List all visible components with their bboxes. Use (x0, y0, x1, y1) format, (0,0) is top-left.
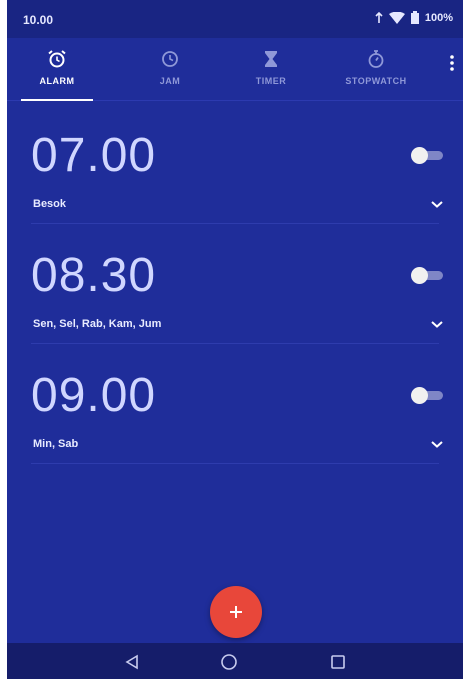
tab-alarm-label: ALARM (39, 76, 75, 86)
alarm-time[interactable]: 07.00 (31, 128, 156, 183)
toggle-thumb (411, 147, 428, 164)
tab-bar: ALARM JAM TIMER STOPWATCH (7, 38, 463, 101)
status-time: 10.00 (23, 13, 54, 27)
hourglass-icon (265, 51, 277, 67)
alarm-item[interactable]: 09.00 Min, Sab (7, 354, 463, 464)
battery-percent: 100% (424, 11, 453, 24)
divider (31, 463, 439, 464)
tab-jam-label: JAM (159, 76, 181, 86)
divider (31, 223, 439, 224)
battery-icon (410, 11, 419, 24)
home-button[interactable] (218, 651, 240, 673)
plus-icon (230, 606, 242, 618)
recents-button[interactable] (327, 651, 349, 673)
tab-timer[interactable]: TIMER (239, 38, 303, 100)
alarm-item[interactable]: 07.00 Besok (7, 114, 463, 224)
tab-alarm[interactable]: ALARM (21, 38, 93, 101)
alarm-toggle[interactable] (411, 266, 445, 284)
chevron-down-icon[interactable] (429, 436, 445, 452)
more-vert-icon (450, 55, 454, 71)
back-button[interactable] (121, 651, 143, 673)
clock-app-screen: 10.00 100% ALARM JAM TIMER STOPWATCH 07.… (7, 0, 463, 679)
clock-icon (162, 51, 178, 67)
toggle-thumb (411, 387, 428, 404)
alarm-time[interactable]: 08.30 (31, 248, 156, 303)
status-icons: 100% (375, 11, 453, 24)
wifi-icon (388, 11, 405, 24)
chevron-down-icon[interactable] (429, 196, 445, 212)
overflow-menu-button[interactable] (441, 48, 463, 78)
alarm-toggle[interactable] (411, 146, 445, 164)
chevron-down-icon[interactable] (429, 316, 445, 332)
divider (31, 343, 439, 344)
back-triangle-icon (125, 654, 138, 670)
alarm-toggle[interactable] (411, 386, 445, 404)
tab-jam[interactable]: JAM (135, 38, 205, 100)
toggle-thumb (411, 267, 428, 284)
alarm-item[interactable]: 08.30 Sen, Sel, Rab, Kam, Jum (7, 234, 463, 344)
alarm-repeat-days: Sen, Sel, Rab, Kam, Jum (33, 318, 162, 330)
tab-stopwatch-label: STOPWATCH (345, 76, 407, 86)
tab-timer-label: TIMER (255, 76, 287, 86)
recents-square-icon (331, 655, 345, 669)
signal-icon (375, 11, 383, 23)
alarm-repeat-days: Besok (33, 198, 67, 210)
status-bar: 10.00 100% (7, 0, 463, 38)
add-alarm-button[interactable] (210, 586, 262, 638)
stopwatch-icon (368, 50, 384, 68)
system-nav-bar (7, 643, 463, 679)
tab-stopwatch[interactable]: STOPWATCH (321, 38, 431, 100)
alarm-clock-icon (48, 50, 66, 68)
alarm-time[interactable]: 09.00 (31, 368, 156, 423)
home-circle-icon (221, 654, 237, 670)
alarm-repeat-days: Min, Sab (33, 438, 79, 450)
